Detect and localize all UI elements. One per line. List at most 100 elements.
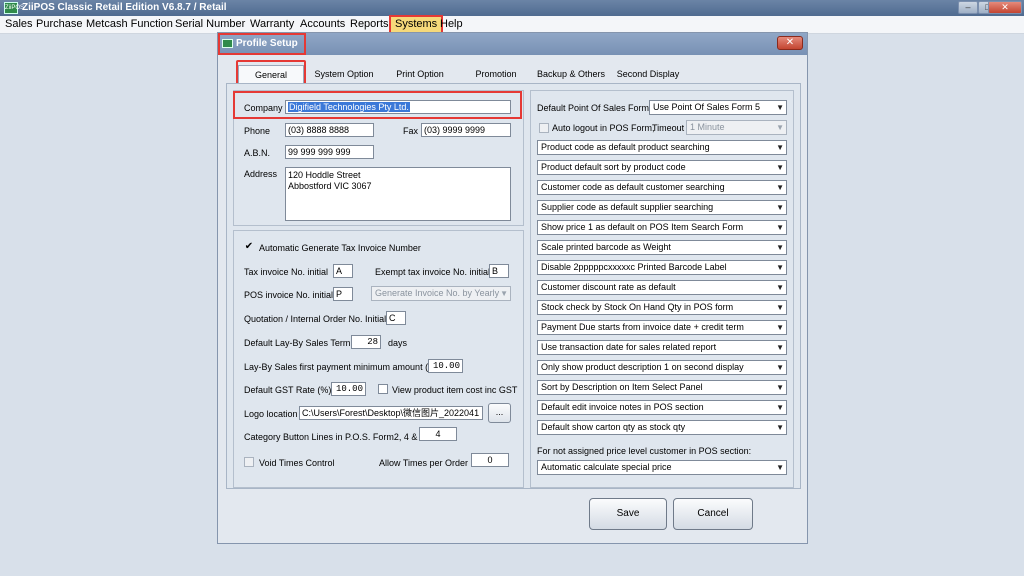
menu-systems[interactable]: Systems <box>388 15 444 34</box>
timeout-select[interactable]: 1 Minute ▼ <box>686 120 787 135</box>
menu-help[interactable]: Help <box>436 17 467 32</box>
option-select[interactable]: Use transaction date for sales related r… <box>537 340 787 355</box>
menu-reports[interactable]: Reports <box>346 17 393 32</box>
chevron-down-icon: ▼ <box>776 243 784 252</box>
dialog-title-bar: Profile Setup ✕ <box>218 33 807 55</box>
cancel-button[interactable]: Cancel <box>673 498 753 530</box>
view-cost-label: View product item cost inc GST <box>392 385 518 395</box>
chevron-down-icon: ▼ <box>776 283 784 292</box>
chevron-down-icon: ▼ <box>776 143 784 152</box>
chevron-down-icon: ▼ <box>776 343 784 352</box>
fax-field[interactable]: (03) 9999 9999 <box>421 123 511 137</box>
abn-label: A.B.N. <box>244 148 271 158</box>
price-level-select[interactable]: Automatic calculate special price ▼ <box>537 460 787 475</box>
logo-location-field[interactable]: C:\Users\Forest\Desktop\微信图片_2022041 <box>299 406 483 420</box>
tab-backup-others[interactable]: Backup & Others <box>534 65 608 83</box>
option-select[interactable]: Customer code as default customer search… <box>537 180 787 195</box>
layby-min-field[interactable]: 10.00 <box>428 359 463 373</box>
address-field[interactable]: 120 Hoddle Street Abbostford VIC 3067 <box>285 167 511 221</box>
app-title: ZiiPOS Classic Retail Edition V6.8.7 / R… <box>22 2 227 13</box>
chevron-down-icon: ▼ <box>776 323 784 332</box>
address-line-1: 120 Hoddle Street <box>288 170 361 180</box>
exempt-initial-field[interactable]: B <box>489 264 509 278</box>
exempt-initial-label: Exempt tax invoice No. initial <box>375 267 491 277</box>
menu-purchase[interactable]: Purchase <box>32 17 86 32</box>
option-select[interactable]: Product code as default product searchin… <box>537 140 787 155</box>
tab-print-option[interactable]: Print Option <box>388 65 452 83</box>
category-lines-label: Category Button Lines in P.O.S. Form2, 4… <box>244 432 425 442</box>
quotation-initial-field[interactable]: C <box>386 311 406 325</box>
tab-second-display[interactable]: Second Display <box>614 65 682 83</box>
pos-options-group: Default Point Of Sales Form Use Point Of… <box>530 90 794 488</box>
chevron-down-icon: ▼ <box>776 203 784 212</box>
menu-metcash-function[interactable]: Metcash Function <box>82 17 177 32</box>
browse-button[interactable]: ... <box>488 403 511 423</box>
close-icon[interactable]: ✕ <box>988 1 1022 14</box>
chevron-down-icon: ▼ <box>776 163 784 172</box>
option-select[interactable]: Payment Due starts from invoice date + c… <box>537 320 787 335</box>
close-icon[interactable]: ✕ <box>777 36 803 50</box>
option-select[interactable]: Customer discount rate as default ▼ <box>537 280 787 295</box>
pos-form-label: Default Point Of Sales Form <box>537 103 650 113</box>
tab-system-option[interactable]: System Option <box>310 65 378 83</box>
layby-term-label: Default Lay-By Sales Term <box>244 338 351 348</box>
tab-content-general: Company Digifield Technologies Pty Ltd. … <box>226 83 801 489</box>
chevron-down-icon: ▼ <box>776 263 784 272</box>
chevron-down-icon: ▼ <box>776 303 784 312</box>
app-logo-icon: ZiiPOS <box>4 2 24 14</box>
chevron-down-icon: ▼ <box>776 223 784 232</box>
fax-label: Fax <box>403 126 419 136</box>
chevron-down-icon: ▼ <box>776 463 784 472</box>
price-level-label: For not assigned price level customer in… <box>537 446 752 456</box>
logo-location-label: Logo location <box>244 409 298 419</box>
chevron-down-icon: ▼ <box>776 403 784 412</box>
chevron-down-icon: ▼ <box>776 423 784 432</box>
menu-warranty[interactable]: Warranty <box>246 17 298 32</box>
option-select[interactable]: Show price 1 as default on POS Item Sear… <box>537 220 787 235</box>
highlight-box <box>218 33 306 55</box>
auto-logout-checkbox[interactable] <box>539 123 549 133</box>
layby-term-unit: days <box>388 338 408 348</box>
option-select[interactable]: Sort by Description on Item Select Panel… <box>537 380 787 395</box>
option-select[interactable]: Disable 2pppppcxxxxxc Printed Barcode La… <box>537 260 787 275</box>
option-select[interactable]: Only show product description 1 on secon… <box>537 360 787 375</box>
highlight-box <box>233 91 522 119</box>
option-select[interactable]: Scale printed barcode as Weight ▼ <box>537 240 787 255</box>
quotation-initial-label: Quotation / Internal Order No. Initial <box>244 314 387 324</box>
option-select[interactable]: Default show carton qty as stock qty ▼ <box>537 420 787 435</box>
menu-serial-number[interactable]: Serial Number <box>171 17 249 32</box>
minimize-icon[interactable]: – <box>958 1 978 14</box>
tab-promotion[interactable]: Promotion <box>468 65 524 83</box>
tax-initial-field[interactable]: A <box>333 264 353 278</box>
layby-term-field[interactable]: 28 <box>351 335 381 349</box>
chevron-down-icon: ▼ <box>500 289 508 298</box>
gst-rate-field[interactable]: 10.00 <box>331 382 366 396</box>
save-button[interactable]: Save <box>589 498 667 530</box>
option-select[interactable]: Default edit invoice notes in POS sectio… <box>537 400 787 415</box>
allow-times-field[interactable]: 0 <box>471 453 509 467</box>
pos-initial-field[interactable]: P <box>333 287 353 301</box>
invoice-settings-group: ✔ Automatic Generate Tax Invoice Number … <box>233 230 524 488</box>
void-times-label: Void Times Control <box>259 458 335 468</box>
address-line-2: Abbostford VIC 3067 <box>288 181 372 191</box>
option-select[interactable]: Stock check by Stock On Hand Qty in POS … <box>537 300 787 315</box>
chevron-down-icon: ▼ <box>776 123 784 132</box>
auto-tax-invoice-checkbox[interactable]: ✔ <box>244 242 254 252</box>
tax-initial-label: Tax invoice No. initial <box>244 267 329 277</box>
option-select[interactable]: Product default sort by product code ▼ <box>537 160 787 175</box>
layby-min-label: Lay-By Sales first payment minimum amoun… <box>244 362 440 372</box>
address-label: Address <box>244 169 278 179</box>
chevron-down-icon: ▼ <box>776 383 784 392</box>
chevron-down-icon: ▼ <box>776 363 784 372</box>
auto-logout-label: Auto logout in POS Form, <box>552 123 655 133</box>
category-lines-field[interactable]: 4 <box>419 427 457 441</box>
void-times-checkbox[interactable] <box>244 457 254 467</box>
abn-field[interactable]: 99 999 999 999 <box>285 145 374 159</box>
pos-initial-label: POS invoice No. initial <box>244 290 334 300</box>
menu-accounts[interactable]: Accounts <box>296 17 349 32</box>
generate-invoice-select[interactable]: Generate Invoice No. by Yearly ▼ <box>371 286 511 301</box>
view-cost-checkbox[interactable] <box>378 384 388 394</box>
phone-field[interactable]: (03) 8888 8888 <box>285 123 374 137</box>
option-select[interactable]: Supplier code as default supplier search… <box>537 200 787 215</box>
pos-form-select[interactable]: Use Point Of Sales Form 5 ▼ <box>649 100 787 115</box>
